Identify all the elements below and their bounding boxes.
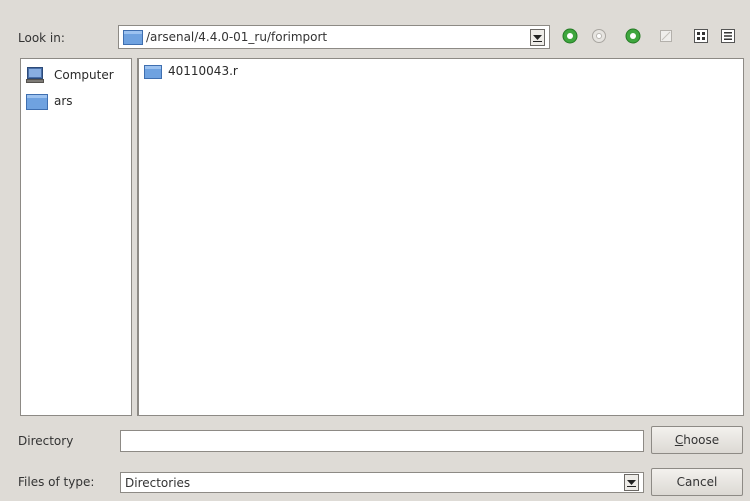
detail-view-button[interactable] xyxy=(690,26,712,48)
forward-button[interactable] xyxy=(588,26,610,48)
choose-button[interactable]: Choose xyxy=(651,426,743,454)
list-item[interactable]: 40110043.r xyxy=(139,61,743,81)
computer-icon xyxy=(26,66,54,84)
cancel-button[interactable]: Cancel xyxy=(651,468,743,496)
new-folder-button[interactable] xyxy=(655,26,677,48)
sidebar: Computer ars xyxy=(20,58,132,416)
directory-input[interactable] xyxy=(120,430,644,452)
file-type-value: Directories xyxy=(125,475,191,490)
forward-icon xyxy=(591,28,607,47)
folder-icon xyxy=(26,92,54,110)
file-type-label: Files of type: xyxy=(18,475,95,489)
folder-icon xyxy=(144,64,168,79)
new-folder-icon xyxy=(658,28,674,47)
file-list: 40110043.r xyxy=(137,58,744,416)
sidebar-item-label: ars xyxy=(54,94,73,108)
look-in-label: Look in: xyxy=(18,31,65,45)
back-button[interactable] xyxy=(559,26,581,48)
folder-icon xyxy=(123,29,143,45)
list-view-icon xyxy=(720,28,736,47)
sidebar-item-computer[interactable]: Computer xyxy=(21,62,131,88)
parent-directory-icon xyxy=(625,28,641,47)
chevron-down-icon[interactable] xyxy=(530,28,545,46)
list-view-button[interactable] xyxy=(717,26,739,48)
look-in-combo[interactable]: /arsenal/4.4.0-01_ru/forimport xyxy=(118,25,550,49)
file-chooser-dialog: Look in: /arsenal/4.4.0-01_ru/forimport xyxy=(0,0,750,501)
back-icon xyxy=(562,28,578,47)
parent-directory-button[interactable] xyxy=(622,26,644,48)
file-type-combo[interactable]: Directories xyxy=(120,472,644,493)
directory-label: Directory xyxy=(18,434,74,448)
detail-view-icon xyxy=(693,28,709,47)
file-name: 40110043.r xyxy=(168,64,238,78)
chevron-down-icon[interactable] xyxy=(624,474,639,491)
sidebar-item-label: Computer xyxy=(54,68,114,82)
sidebar-item-ars[interactable]: ars xyxy=(21,88,131,114)
look-in-path: /arsenal/4.4.0-01_ru/forimport xyxy=(146,30,328,44)
